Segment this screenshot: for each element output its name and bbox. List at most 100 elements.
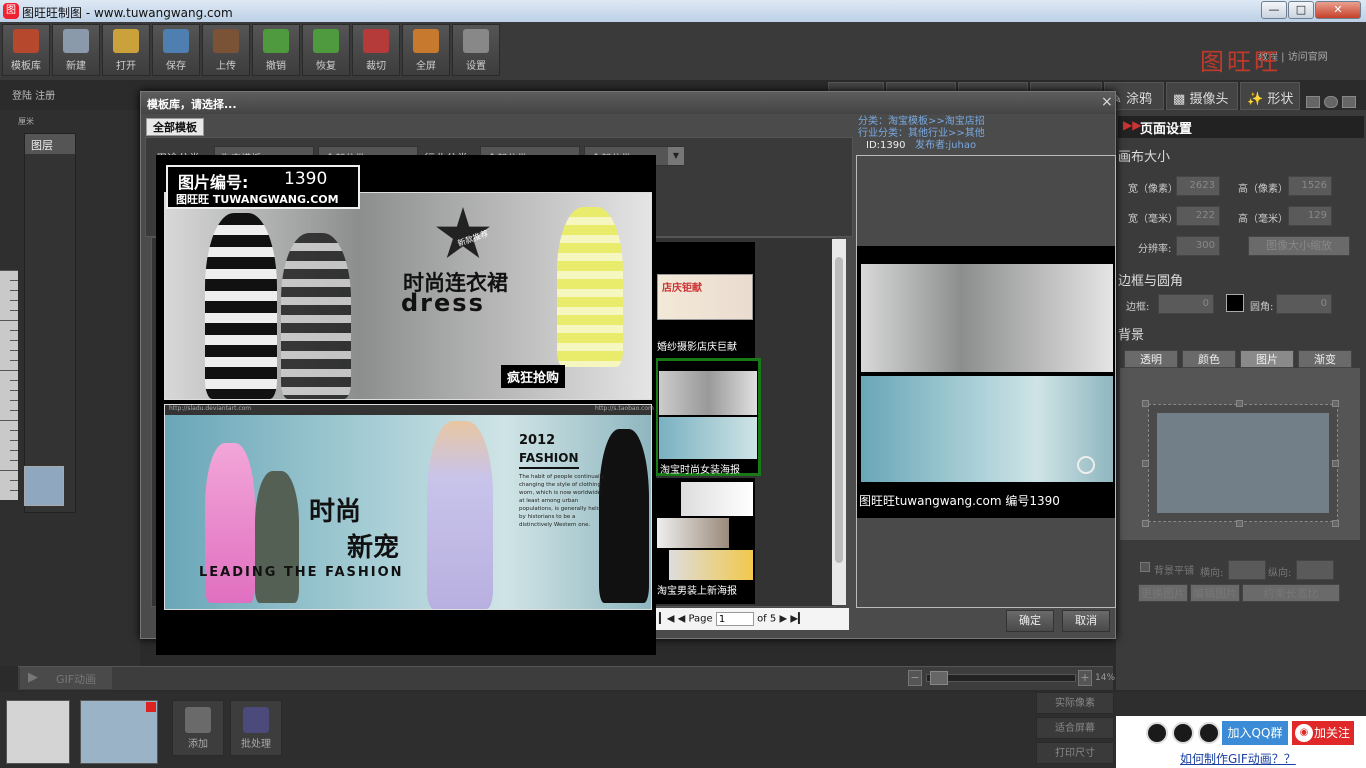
undo-button[interactable]: 撤销 xyxy=(252,24,300,76)
bg-tab-1[interactable]: 颜色 xyxy=(1182,350,1236,368)
resize-button[interactable]: 图像大小缩放 xyxy=(1248,236,1350,256)
border-input[interactable]: 0 xyxy=(1158,294,1214,314)
zoom-slider-thumb[interactable] xyxy=(930,671,948,685)
resize-handle[interactable] xyxy=(1332,460,1339,467)
height-mm-input[interactable]: 129 xyxy=(1288,206,1332,226)
resize-handle[interactable] xyxy=(1236,400,1243,407)
first-page-icon[interactable]: ▎◀ xyxy=(659,614,674,625)
dpi-input[interactable]: 300 xyxy=(1176,236,1220,256)
template-library-icon xyxy=(13,29,39,53)
view-toggle-2[interactable] xyxy=(1324,96,1338,108)
qq-icon[interactable] xyxy=(1146,722,1168,744)
radius-input[interactable]: 0 xyxy=(1276,294,1332,314)
print-size-button[interactable]: 打印尺寸 xyxy=(1036,742,1114,764)
actual-pixels-button[interactable]: 实际像素 xyxy=(1036,692,1114,714)
preview-image: 图旺旺tuwangwang.com 编号1390 xyxy=(857,246,1115,518)
tab-camera[interactable]: ▩ 摄像头 xyxy=(1166,82,1238,110)
upload-button[interactable]: 上传 xyxy=(202,24,250,76)
login-links[interactable]: 登陆 注册 xyxy=(12,87,55,102)
ok-button[interactable]: 确定 xyxy=(1006,610,1054,632)
zoom-in-button[interactable]: + xyxy=(1078,670,1092,686)
bg-tab-2[interactable]: 图片 xyxy=(1240,350,1294,368)
settings-button[interactable]: 设置 xyxy=(452,24,500,76)
tile-h-input[interactable] xyxy=(1228,560,1266,580)
tile-label: 背景平铺 xyxy=(1154,566,1194,577)
zoom-magnifier-icon[interactable] xyxy=(1077,456,1095,474)
redo-icon xyxy=(313,29,339,53)
resize-handle[interactable] xyxy=(1332,520,1339,527)
scrollbar-thumb[interactable] xyxy=(835,257,843,563)
frame-delete-icon[interactable] xyxy=(146,702,156,712)
fit-screen-button[interactable]: 适合屏幕 xyxy=(1036,717,1114,739)
follow-button[interactable]: ◉ 加关注 xyxy=(1292,721,1354,745)
howto-gif-link[interactable]: 如何制作GIF动画？？ xyxy=(1180,750,1296,767)
radius-label: 圆角: xyxy=(1250,302,1274,313)
prev-page-icon[interactable]: ◀ xyxy=(678,614,686,625)
list-item-selected[interactable]: 淘宝时尚女装海报 xyxy=(655,358,761,476)
border-heading: 边框与圆角 xyxy=(1118,274,1184,289)
last-page-icon[interactable]: ▶▎ xyxy=(790,614,805,625)
resize-handle[interactable] xyxy=(1142,520,1149,527)
join-qq-group-button[interactable]: 加入QQ群 xyxy=(1222,721,1288,745)
tile-v-input[interactable] xyxy=(1296,560,1334,580)
width-px-input[interactable]: 2623 xyxy=(1176,176,1220,196)
list-item[interactable]: 淘宝男装上新海报 xyxy=(655,478,755,604)
tile-checkbox[interactable] xyxy=(1140,562,1150,572)
height-px-input[interactable]: 1526 xyxy=(1288,176,1332,196)
resize-handle[interactable] xyxy=(1236,520,1243,527)
page-input[interactable] xyxy=(715,612,754,626)
batch-button[interactable]: 批处理 xyxy=(230,700,282,756)
chevron-down-icon[interactable]: ▼ xyxy=(668,147,684,165)
frame-thumbnail-empty[interactable] xyxy=(6,700,70,764)
qq-group-icon[interactable] xyxy=(1198,722,1220,744)
bg-tab-0[interactable]: 透明 xyxy=(1124,350,1178,368)
crop-button[interactable]: 裁切 xyxy=(352,24,400,76)
open-button[interactable]: 打开 xyxy=(102,24,150,76)
resize-handle[interactable] xyxy=(1332,400,1339,407)
view-toggle-3[interactable] xyxy=(1342,96,1356,108)
buy-now-button[interactable]: 疯狂抢购 xyxy=(501,365,566,388)
cancel-button[interactable]: 取消 xyxy=(1062,610,1110,632)
bg-tab-3[interactable]: 渐变 xyxy=(1298,350,1352,368)
zoom-slider[interactable] xyxy=(926,674,1076,682)
crop-icon xyxy=(363,29,389,53)
shape-icon: ✨ xyxy=(1247,92,1264,107)
maximize-button[interactable]: □ xyxy=(1288,1,1314,19)
qq-icon[interactable] xyxy=(1172,722,1194,744)
tab-all-templates[interactable]: 全部模板 xyxy=(146,118,204,136)
layer-thumbnail[interactable] xyxy=(24,466,64,506)
list-item[interactable]: 店庆钜献 婚纱摄影店庆巨献 xyxy=(655,242,755,362)
dialog-close-icon[interactable]: × xyxy=(1101,94,1113,110)
resize-handle[interactable] xyxy=(1142,460,1149,467)
border-color-swatch[interactable] xyxy=(1226,294,1244,312)
fashion-slogan: LEADING THE FASHION xyxy=(199,565,404,580)
width-mm-input[interactable]: 222 xyxy=(1176,206,1220,226)
info-id: ID:1390 xyxy=(866,140,906,151)
new-button[interactable]: 新建 xyxy=(52,24,100,76)
next-page-icon[interactable]: ▶ xyxy=(779,614,787,625)
add-frame-button[interactable]: 添加 xyxy=(172,700,224,756)
app-icon: 图 xyxy=(3,3,19,19)
template-info: 分类：淘宝模板>>淘宝店招 行业分类：其他行业>>其他 ID:1390 发布者:… xyxy=(858,116,985,152)
zoom-out-button[interactable]: − xyxy=(908,670,922,686)
ruler-tick xyxy=(0,470,18,471)
change-image-button[interactable]: 更换图片 xyxy=(1138,584,1188,602)
template-library-button[interactable]: 模板库 xyxy=(2,24,50,76)
keep-ratio-toggle[interactable]: 约束长宽比 xyxy=(1242,584,1340,602)
minimize-button[interactable]: — xyxy=(1261,1,1287,19)
redo-button[interactable]: 恢复 xyxy=(302,24,350,76)
view-toggle-1[interactable] xyxy=(1306,96,1320,108)
page-settings-header: ▶▶ 页面设置 xyxy=(1118,116,1364,138)
gif-animation-toggle[interactable]: ▶ GIF动画 xyxy=(20,667,112,689)
tab-shape[interactable]: ✨ 形状 xyxy=(1240,82,1300,110)
settings-icon xyxy=(463,29,489,53)
upload-icon xyxy=(213,29,239,53)
fullscreen-button[interactable]: 全屏 xyxy=(402,24,450,76)
edit-image-button[interactable]: 编辑图片 xyxy=(1190,584,1240,602)
template-list-scrollbar[interactable] xyxy=(832,239,846,605)
resize-handle[interactable] xyxy=(1142,400,1149,407)
close-button[interactable]: ✕ xyxy=(1315,1,1361,19)
main-toolbar: 模板库 新建 打开 保存 上传 撤销 恢复 裁切 全屏 设置 教程 | 访问官网 图旺旺 xyxy=(0,22,1366,80)
save-button[interactable]: 保存 xyxy=(152,24,200,76)
background-image-preview[interactable] xyxy=(1148,404,1338,522)
